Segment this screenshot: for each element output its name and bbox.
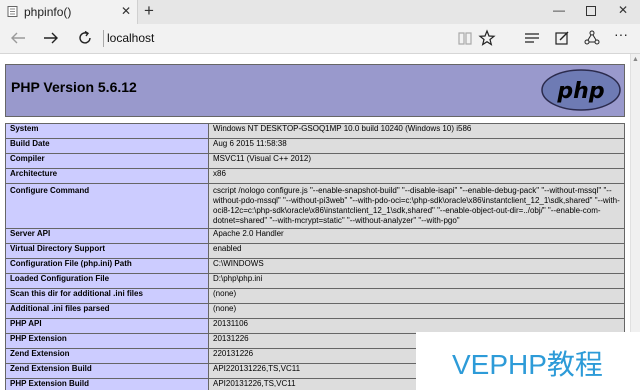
address-separator — [103, 30, 104, 47]
row-value: C:\WINDOWS — [208, 258, 625, 274]
table-row: Configure Command cscript /nologo config… — [5, 183, 625, 229]
table-row: Server API Apache 2.0 Handler — [5, 228, 625, 244]
table-row: System Windows NT DESKTOP-GSOQ1MP 10.0 b… — [5, 123, 625, 139]
row-value: (none) — [208, 303, 625, 319]
row-value: enabled — [208, 243, 625, 259]
table-row: Loaded Configuration File D:\php\php.ini — [5, 273, 625, 289]
row-value: Apache 2.0 Handler — [208, 228, 625, 244]
tab-title: phpinfo() — [24, 5, 72, 19]
table-row: Compiler MSVC11 (Visual C++ 2012) — [5, 153, 625, 169]
watermark: VEPHP教程 — [416, 332, 640, 390]
row-key: System — [5, 123, 209, 139]
row-key: Architecture — [5, 168, 209, 184]
web-note-icon[interactable] — [553, 29, 571, 47]
table-row: Scan this dir for additional .ini files … — [5, 288, 625, 304]
row-value: D:\php\php.ini — [208, 273, 625, 289]
row-key: PHP Extension Build — [5, 378, 209, 390]
navigation-bar: localhost ··· — [0, 24, 640, 54]
close-tab-icon[interactable]: ✕ — [121, 4, 131, 18]
table-row: Virtual Directory Support enabled — [5, 243, 625, 259]
row-key: Configure Command — [5, 183, 209, 229]
row-key: PHP Extension — [5, 333, 209, 349]
table-row: Build Date Aug 6 2015 11:58:38 — [5, 138, 625, 154]
row-key: Loaded Configuration File — [5, 273, 209, 289]
row-key: Compiler — [5, 153, 209, 169]
row-key: Zend Extension — [5, 348, 209, 364]
row-key: PHP API — [5, 318, 209, 334]
refresh-icon[interactable] — [76, 29, 94, 47]
row-value: MSVC11 (Visual C++ 2012) — [208, 153, 625, 169]
row-value: (none) — [208, 288, 625, 304]
reading-view-icon[interactable] — [456, 29, 474, 47]
php-header: PHP Version 5.6.12 php — [5, 64, 625, 117]
row-key: Virtual Directory Support — [5, 243, 209, 259]
page-title: PHP Version 5.6.12 — [11, 79, 137, 95]
table-row: Configuration File (php.ini) Path C:\WIN… — [5, 258, 625, 274]
close-window-icon[interactable]: ✕ — [618, 3, 628, 17]
row-key: Server API — [5, 228, 209, 244]
watermark-text: VEPHP教程 — [452, 349, 603, 380]
hub-icon[interactable] — [523, 29, 541, 47]
row-key: Scan this dir for additional .ini files — [5, 288, 209, 304]
row-key: Configuration File (php.ini) Path — [5, 258, 209, 274]
row-key: Additional .ini files parsed — [5, 303, 209, 319]
table-row: Architecture x86 — [5, 168, 625, 184]
row-value: x86 — [208, 168, 625, 184]
new-tab-icon[interactable]: + — [144, 1, 154, 21]
php-logo: php — [541, 69, 621, 111]
row-value: Aug 6 2015 11:58:38 — [208, 138, 625, 154]
back-icon[interactable] — [9, 29, 27, 47]
minimize-icon[interactable]: — — [553, 3, 565, 17]
favorite-star-icon[interactable] — [478, 29, 496, 47]
php-logo-text: php — [556, 79, 604, 104]
tab-strip: phpinfo() ✕ + — ✕ — [0, 0, 640, 24]
row-value: Windows NT DESKTOP-GSOQ1MP 10.0 build 10… — [208, 123, 625, 139]
row-value: cscript /nologo configure.js "--enable-s… — [208, 183, 625, 229]
row-key: Build Date — [5, 138, 209, 154]
more-icon[interactable]: ··· — [614, 26, 628, 42]
browser-tab[interactable]: phpinfo() ✕ — [0, 0, 138, 24]
share-icon[interactable] — [583, 29, 601, 47]
row-key: Zend Extension Build — [5, 363, 209, 379]
forward-icon[interactable] — [42, 29, 60, 47]
table-row: Additional .ini files parsed (none) — [5, 303, 625, 319]
scroll-up-icon[interactable]: ▲ — [632, 56, 639, 63]
address-bar[interactable]: localhost — [107, 31, 154, 45]
maximize-icon[interactable] — [586, 6, 596, 16]
page-favicon-icon — [7, 6, 18, 17]
